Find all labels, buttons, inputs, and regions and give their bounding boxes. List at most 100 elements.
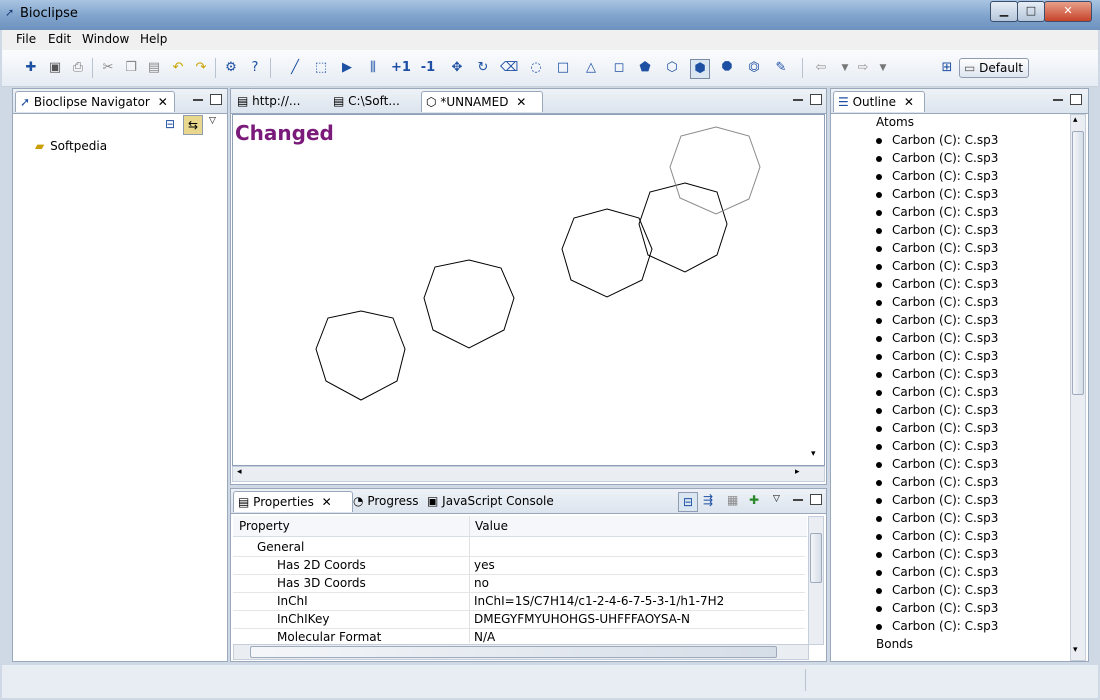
- lasso-icon[interactable]: ◌: [527, 59, 545, 77]
- outline-atom-item[interactable]: Carbon (C): C.sp3: [876, 259, 998, 273]
- editor-tab[interactable]: ▤ http://...: [233, 91, 329, 111]
- outline-atom-item[interactable]: Carbon (C): C.sp3: [876, 313, 998, 327]
- table-row[interactable]: Has 3D Coords no: [233, 574, 805, 593]
- triangle-ring-icon[interactable]: △: [582, 59, 600, 77]
- outline-vertical-scrollbar[interactable]: ▴ ▾: [1070, 114, 1086, 661]
- scroll-right-icon[interactable]: ▸: [795, 467, 800, 477]
- eraser-icon[interactable]: ⌫: [500, 59, 518, 77]
- outline-atom-item[interactable]: Carbon (C): C.sp3: [876, 349, 998, 363]
- scroll-up-icon[interactable]: ▴: [1073, 115, 1078, 125]
- square-ring-icon[interactable]: □: [554, 59, 572, 77]
- chevron-down-icon[interactable]: ▼: [874, 59, 892, 77]
- close-button[interactable]: ✕: [1044, 1, 1092, 22]
- redo-icon[interactable]: ↷: [192, 59, 210, 77]
- charge-plus-icon[interactable]: +1: [391, 59, 411, 77]
- outline-atom-item[interactable]: Carbon (C): C.sp3: [876, 295, 998, 309]
- outline-section-bonds[interactable]: Bonds: [876, 637, 913, 651]
- collapse-all-icon[interactable]: ⊟: [165, 117, 175, 131]
- minimize-view-icon[interactable]: [793, 499, 803, 501]
- scroll-left-icon[interactable]: ◂: [237, 467, 242, 477]
- minimize-view-icon[interactable]: [193, 99, 203, 101]
- view-menu-icon[interactable]: ▽: [209, 116, 216, 126]
- outline-section-atoms[interactable]: Atoms: [876, 115, 914, 129]
- maximize-view-icon[interactable]: [810, 94, 822, 105]
- outline-atom-item[interactable]: Carbon (C): C.sp3: [876, 169, 998, 183]
- outline-atom-item[interactable]: Carbon (C): C.sp3: [876, 565, 998, 579]
- tab-javascript-console[interactable]: ▣ JavaScript Console: [423, 491, 554, 511]
- table-row-group[interactable]: General: [233, 538, 805, 557]
- menu-edit[interactable]: Edit: [44, 32, 75, 46]
- undo-icon[interactable]: ↶: [169, 59, 187, 77]
- link-editor-icon[interactable]: ⇆: [183, 115, 203, 135]
- table-row[interactable]: InChIKey DMEGYFMYUHOHGS-UHFFFAOYSA-N: [233, 610, 805, 629]
- menu-file[interactable]: File: [12, 32, 40, 46]
- minimize-view-icon[interactable]: [793, 99, 803, 101]
- table-row[interactable]: Molecular Format N/A: [233, 628, 805, 643]
- outline-atom-item[interactable]: Carbon (C): C.sp3: [876, 385, 998, 399]
- outline-atom-item[interactable]: Carbon (C): C.sp3: [876, 187, 998, 201]
- octagon-ring-icon[interactable]: ⯃: [718, 59, 736, 77]
- outline-atom-item[interactable]: Carbon (C): C.sp3: [876, 205, 998, 219]
- tab-properties[interactable]: ▤ Properties ✕: [233, 491, 353, 512]
- heptagon-ring-icon[interactable]: ⬢: [690, 59, 710, 79]
- pencil-icon[interactable]: ✎: [772, 59, 790, 77]
- column-header-value[interactable]: Value: [475, 519, 508, 533]
- outline-atom-item[interactable]: Carbon (C): C.sp3: [876, 133, 998, 147]
- molecule-drawing[interactable]: [233, 115, 824, 465]
- outline-atom-item[interactable]: Carbon (C): C.sp3: [876, 331, 998, 345]
- menu-help[interactable]: Help: [136, 32, 171, 46]
- outline-atom-item[interactable]: Carbon (C): C.sp3: [876, 619, 998, 633]
- maximize-view-icon[interactable]: [210, 94, 222, 105]
- move-icon[interactable]: ✥: [448, 59, 466, 77]
- tree-item[interactable]: ▰ Softpedia: [35, 139, 107, 153]
- editor-tab-active[interactable]: ⬡ *UNNAMED ✕: [421, 91, 543, 112]
- outline-atom-item[interactable]: Carbon (C): C.sp3: [876, 475, 998, 489]
- show-categories-icon[interactable]: ⊟: [678, 492, 698, 512]
- outline-atom-item[interactable]: Carbon (C): C.sp3: [876, 457, 998, 471]
- wedge-bond-icon[interactable]: ▶: [338, 59, 356, 77]
- molecule-canvas[interactable]: Changed: [232, 114, 825, 466]
- scroll-down-icon[interactable]: ▾: [811, 449, 816, 459]
- paste-icon[interactable]: ▤: [145, 59, 163, 77]
- copy-icon[interactable]: ❐: [122, 59, 140, 77]
- perspective-button[interactable]: ▭ Default: [959, 58, 1029, 78]
- menu-window[interactable]: Window: [78, 32, 133, 46]
- outline-atom-item[interactable]: Carbon (C): C.sp3: [876, 277, 998, 291]
- pin-icon[interactable]: ✚: [749, 493, 759, 507]
- scroll-down-icon[interactable]: ▾: [1073, 645, 1078, 655]
- editor-tab[interactable]: ▤ C:\Soft...: [329, 91, 423, 111]
- maximize-view-icon[interactable]: [810, 494, 822, 505]
- scroll-thumb[interactable]: [250, 646, 777, 658]
- save-icon[interactable]: ▣: [46, 59, 64, 77]
- view-menu-icon[interactable]: ▽: [773, 494, 780, 504]
- column-header-property[interactable]: Property: [239, 519, 290, 533]
- outline-atom-item[interactable]: Carbon (C): C.sp3: [876, 439, 998, 453]
- properties-vertical-scrollbar[interactable]: [808, 516, 824, 645]
- outline-atom-item[interactable]: Carbon (C): C.sp3: [876, 421, 998, 435]
- scroll-thumb[interactable]: [810, 533, 822, 583]
- show-advanced-icon[interactable]: ⇶: [703, 493, 713, 507]
- minimize-view-icon[interactable]: [1053, 99, 1063, 101]
- outline-atom-item[interactable]: Carbon (C): C.sp3: [876, 529, 998, 543]
- outline-atom-item[interactable]: Carbon (C): C.sp3: [876, 493, 998, 507]
- select-icon[interactable]: ⬚: [312, 59, 330, 77]
- hash-bond-icon[interactable]: ⫼: [364, 59, 382, 77]
- table-row[interactable]: InChI InChI=1S/C7H14/c1-2-4-6-7-5-3-1/h1…: [233, 592, 805, 611]
- outline-atom-item[interactable]: Carbon (C): C.sp3: [876, 511, 998, 525]
- outline-atom-item[interactable]: Carbon (C): C.sp3: [876, 223, 998, 237]
- restore-default-icon[interactable]: ▦: [727, 493, 738, 507]
- outline-atom-item[interactable]: Carbon (C): C.sp3: [876, 151, 998, 165]
- outline-atom-item[interactable]: Carbon (C): C.sp3: [876, 547, 998, 561]
- open-perspective-icon[interactable]: ⊞: [938, 59, 956, 77]
- outline-atom-item[interactable]: Carbon (C): C.sp3: [876, 403, 998, 417]
- scroll-thumb[interactable]: [1072, 131, 1084, 395]
- editor-horizontal-scrollbar[interactable]: ◂ ▸: [232, 466, 825, 482]
- tab-progress[interactable]: ◔ Progress: [349, 491, 427, 511]
- table-row[interactable]: Has 2D Coords yes: [233, 556, 805, 575]
- maximize-button[interactable]: □: [1017, 1, 1045, 22]
- back-icon[interactable]: ⇦: [812, 59, 830, 77]
- maximize-view-icon[interactable]: [1070, 94, 1082, 105]
- outline-atom-item[interactable]: Carbon (C): C.sp3: [876, 601, 998, 615]
- charge-minus-icon[interactable]: -1: [419, 59, 437, 77]
- cut-icon[interactable]: ✂: [99, 59, 117, 77]
